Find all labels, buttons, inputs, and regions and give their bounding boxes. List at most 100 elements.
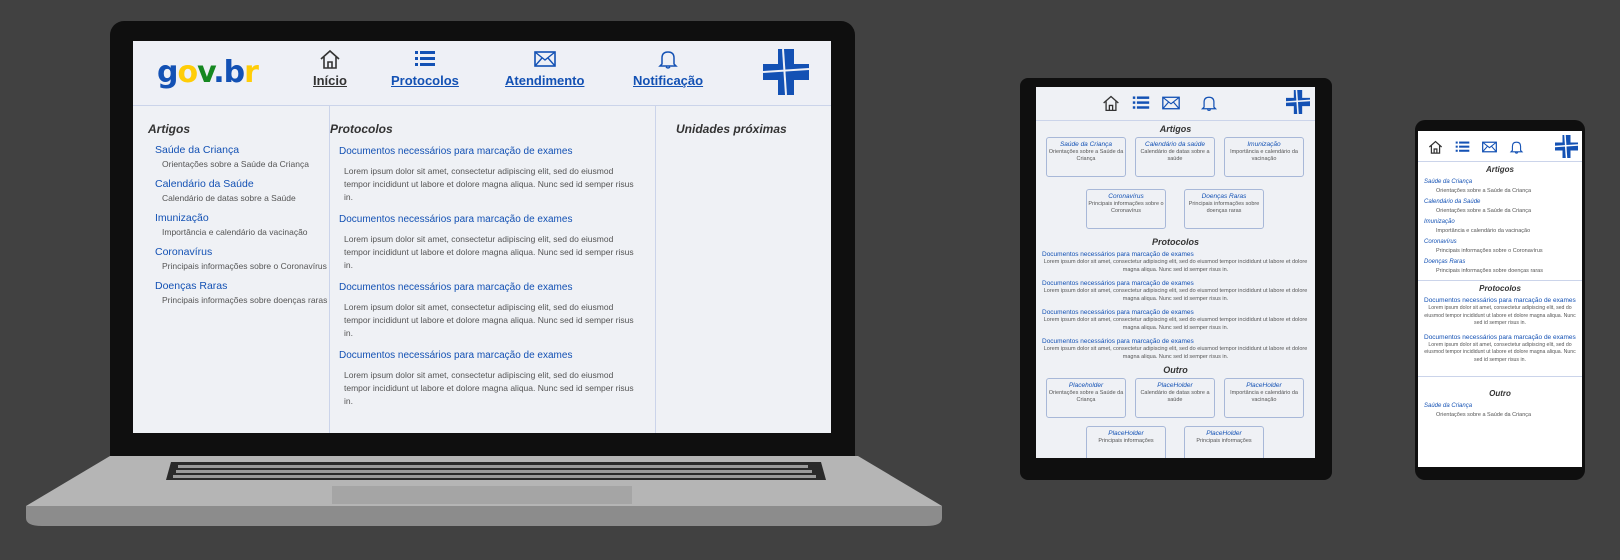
- artigo-title[interactable]: Imunização: [155, 212, 329, 224]
- divider: [1418, 376, 1582, 377]
- home-icon[interactable]: [1102, 94, 1120, 112]
- protocolo-title[interactable]: Documentos necessários para marcação de …: [315, 282, 655, 293]
- outro-card[interactable]: PlaceHolder Principais informações: [1086, 426, 1166, 458]
- protocolo-title[interactable]: Documentos necessários para marcação de …: [315, 350, 655, 361]
- protocolos-column: Protocolos Documentos necessários para m…: [315, 106, 656, 433]
- nav-home-link[interactable]: Início: [313, 49, 347, 88]
- protocolo-title[interactable]: Documentos necessários para marcação de …: [1036, 280, 1315, 287]
- card-desc: Orientações sobre a Saúde da Criança: [1048, 390, 1124, 403]
- protocolo-title[interactable]: Documentos necessários para marcação de …: [1036, 309, 1315, 316]
- protocolo-text: Lorem ipsum dolor sit amet, consectetur …: [1424, 305, 1576, 326]
- content: Artigos Saúde da Criança Orientações sob…: [133, 106, 831, 433]
- outro-card[interactable]: PlaceHolder Calendário de datas sobre a s…: [1135, 378, 1215, 418]
- list-icon: [414, 51, 435, 66]
- card-desc: Principais informações: [1196, 438, 1252, 444]
- tablet-header: [1036, 87, 1315, 121]
- outro-card[interactable]: Placeholder Orientações sobre a Saúde da …: [1046, 378, 1126, 418]
- outro-title[interactable]: Saúde da Criança: [1418, 403, 1582, 409]
- list-icon[interactable]: [1132, 94, 1150, 112]
- artigo-desc: Importância e calendário da vacinação: [1436, 228, 1531, 234]
- desktop-page: gov.br Início Protocolos Atendimento Not…: [133, 41, 831, 433]
- nav-notifications-label: Notificação: [633, 73, 704, 88]
- card-desc: Calendário de datas sobre a saúde: [1140, 390, 1210, 403]
- govbr-logo[interactable]: gov.br: [157, 55, 259, 90]
- artigo-title[interactable]: Doenças Raras: [1418, 259, 1582, 265]
- card-desc: Calendário de datas sobre a saúde: [1140, 149, 1210, 162]
- card-title: Calendário da saúde: [1145, 141, 1205, 148]
- tablet-outro-title: Outro: [1163, 365, 1188, 375]
- artigo-title[interactable]: Doenças Raras: [155, 280, 329, 292]
- mail-icon[interactable]: [1162, 94, 1180, 112]
- nav-support-link[interactable]: Atendimento: [505, 49, 584, 88]
- bell-icon[interactable]: [1509, 140, 1524, 154]
- protocolo-title[interactable]: Documentos necessários para marcação de …: [1036, 338, 1315, 345]
- protocolo-title[interactable]: Documentos necessários para marcação de …: [1418, 334, 1582, 342]
- card-title: PlaceHolder: [1206, 430, 1242, 437]
- artigo-desc: Orientações sobre a Saúde da Criança: [1436, 188, 1532, 194]
- artigo-card[interactable]: Calendário da saúde Calendário de datas s…: [1135, 137, 1215, 177]
- unidades-column: Unidades próximas: [656, 106, 831, 433]
- artigo-desc: Calendário de datas sobre a Saúde: [162, 193, 296, 203]
- artigo-card[interactable]: Saúde da Criança Orientações sobre a Saúd…: [1046, 137, 1126, 177]
- card-title: Imunização: [1247, 141, 1281, 148]
- protocolo-text: Lorem ipsum dolor sit amet, consectetur …: [1043, 288, 1308, 302]
- health-cross-logo: [1555, 135, 1578, 158]
- phone-page: Artigos Saúde da Criança Orientações sob…: [1418, 131, 1582, 467]
- protocolos-title: Protocolos: [330, 122, 393, 136]
- protocolo-text: Lorem ipsum dolor sit amet, consectetur …: [344, 166, 634, 202]
- nav-support-label: Atendimento: [505, 73, 585, 88]
- home-icon: [320, 49, 340, 69]
- artigo-title[interactable]: Saúde da Criança: [155, 144, 329, 156]
- artigo-card[interactable]: Imunização Importância e calendário da va…: [1224, 137, 1304, 177]
- artigo-title[interactable]: Imunização: [1418, 219, 1582, 225]
- artigo-title[interactable]: Calendário da Saúde: [155, 178, 329, 190]
- protocolo-text: Lorem ipsum dolor sit amet, consectetur …: [344, 302, 634, 338]
- protocolo-text: Lorem ipsum dolor sit amet, consectetur …: [1043, 259, 1308, 273]
- artigo-desc: Principais informações sobre doenças rar…: [1436, 268, 1543, 274]
- artigo-desc: Orientações sobre a Saúde da Criança: [1436, 208, 1532, 214]
- divider: [1418, 280, 1582, 281]
- phone-artigos-title: Artigos: [1486, 165, 1514, 174]
- mail-icon[interactable]: [1482, 140, 1497, 154]
- outro-card[interactable]: PlaceHolder Principais informações: [1184, 426, 1264, 458]
- artigo-desc: Importância e calendário da vacinação: [162, 227, 308, 237]
- protocolo-text: Lorem ipsum dolor sit amet, consectetur …: [344, 370, 634, 406]
- protocolo-text: Lorem ipsum dolor sit amet, consectetur …: [344, 234, 634, 270]
- health-cross-logo: [763, 49, 809, 95]
- protocolo-title[interactable]: Documentos necessários para marcação de …: [315, 146, 655, 157]
- card-title: Coronavírus: [1108, 193, 1144, 200]
- artigo-card[interactable]: Doenças Raras Principais informações sobr…: [1184, 189, 1264, 229]
- artigos-title: Artigos: [148, 122, 190, 136]
- protocolo-title[interactable]: Documentos necessários para marcação de …: [315, 214, 655, 225]
- list-icon[interactable]: [1455, 140, 1470, 154]
- tablet-artigos-title: Artigos: [1159, 124, 1192, 134]
- card-title: PlaceHolder: [1157, 382, 1193, 389]
- bell-icon[interactable]: [1200, 94, 1218, 112]
- card-desc: Orientações sobre a Saúde da Criança: [1048, 149, 1124, 162]
- bell-icon: [658, 51, 678, 69]
- nav-notifications-link[interactable]: Notificação: [633, 49, 703, 88]
- outro-desc: Orientações sobre a Saúde da Criança: [1436, 412, 1532, 418]
- home-icon[interactable]: [1428, 140, 1443, 154]
- protocolo-title[interactable]: Documentos necessários para marcação de …: [1418, 297, 1582, 305]
- artigo-card[interactable]: Coronavírus Principais informações sobre …: [1086, 189, 1166, 229]
- card-title: PlaceHolder: [1108, 430, 1144, 437]
- artigo-title[interactable]: Saúde da Criança: [1418, 179, 1582, 185]
- phone-header: [1418, 131, 1582, 162]
- card-title: Placeholder: [1068, 382, 1104, 389]
- artigo-desc: Principais informações sobre doenças rar…: [162, 295, 328, 305]
- protocolo-title[interactable]: Documentos necessários para marcação de …: [1036, 251, 1315, 258]
- outro-card[interactable]: PlaceHolder Importância e calendário da v…: [1224, 378, 1304, 418]
- tablet-outro-cards: Placeholder Orientações sobre a Saúde da …: [1036, 375, 1315, 458]
- phone-protocolos-title: Protocolos: [1479, 284, 1521, 293]
- protocolo-text: Lorem ipsum dolor sit amet, consectetur …: [1043, 317, 1308, 331]
- artigo-title[interactable]: Calendário da Saúde: [1418, 199, 1582, 205]
- card-title: Doenças Raras: [1201, 193, 1247, 200]
- artigo-title[interactable]: Coronavírus: [1418, 239, 1582, 245]
- card-desc: Principais informações: [1098, 438, 1154, 444]
- header: gov.br Início Protocolos Atendimento Not…: [133, 41, 831, 106]
- tablet-page: Artigos Saúde da Criança Orientações sobr…: [1036, 87, 1315, 458]
- nav-protocols-link[interactable]: Protocolos: [391, 49, 459, 88]
- card-title: Saúde da Criança: [1059, 141, 1113, 148]
- artigo-title[interactable]: Coronavírus: [155, 246, 329, 258]
